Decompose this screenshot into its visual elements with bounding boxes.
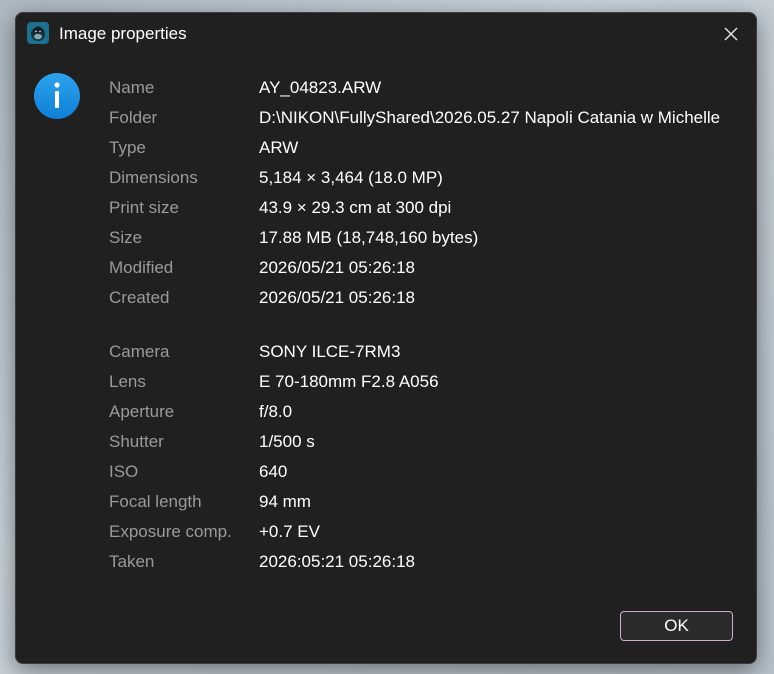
- property-row-dimensions: Dimensions 5,184 × 3,464 (18.0 MP): [109, 166, 749, 196]
- property-value: 1/500 s: [259, 432, 315, 451]
- property-value: D:\NIKON\FullyShared\2026.05.27 Napoli C…: [259, 108, 721, 127]
- property-label: Type: [109, 138, 146, 157]
- property-row-lens: Lens E 70-180mm F2.8 A056: [109, 370, 749, 400]
- property-row-print-size: Print size 43.9 × 29.3 cm at 300 dpi: [109, 196, 749, 226]
- property-row-size: Size 17.88 MB (18,748,160 bytes): [109, 226, 749, 256]
- property-label: Name: [109, 78, 155, 97]
- property-row-name: Name AY_04823.ARW: [109, 76, 749, 106]
- property-value: 5,184 × 3,464 (18.0 MP): [259, 168, 443, 187]
- gorilla-app-icon: [27, 22, 49, 44]
- property-label: Dimensions: [109, 168, 198, 187]
- property-value: ARW: [259, 138, 299, 157]
- property-row-modified: Modified 2026/05/21 05:26:18: [109, 256, 749, 286]
- property-row-type: Type ARW: [109, 136, 749, 166]
- property-value: +0.7 EV: [259, 522, 320, 541]
- property-label: Camera: [109, 342, 170, 361]
- properties-list: Name AY_04823.ARW Folder D:\NIKON\FullyS…: [109, 76, 749, 580]
- property-row-folder: Folder D:\NIKON\FullyShared\2026.05.27 N…: [109, 106, 749, 136]
- property-value: 94 mm: [259, 492, 311, 511]
- property-row-created: Created 2026/05/21 05:26:18: [109, 286, 749, 316]
- ok-button[interactable]: OK: [620, 611, 733, 641]
- property-label: Modified: [109, 258, 174, 277]
- property-value: f/8.0: [259, 402, 293, 421]
- image-properties-dialog: Image properties Name AY_04823.ARW Folde…: [15, 12, 757, 664]
- property-value: SONY ILCE-7RM3: [259, 342, 401, 361]
- property-label: ISO: [109, 462, 139, 481]
- property-value: 2026/05/21 05:26:18: [259, 288, 415, 307]
- property-label: Lens: [109, 372, 146, 391]
- property-value: AY_04823.ARW: [259, 78, 382, 97]
- property-label: Taken: [109, 552, 155, 571]
- close-button[interactable]: [716, 19, 746, 49]
- dialog-title: Image properties: [59, 24, 187, 43]
- property-label: Size: [109, 228, 143, 247]
- property-label: Shutter: [109, 432, 164, 451]
- info-icon: [34, 73, 80, 119]
- property-row-aperture: Aperture f/8.0: [109, 400, 749, 430]
- close-icon: [724, 27, 738, 41]
- property-value: 640: [259, 462, 288, 481]
- property-row-iso: ISO 640: [109, 460, 749, 490]
- property-value: 17.88 MB (18,748,160 bytes): [259, 228, 479, 247]
- title-bar: Image properties: [16, 13, 756, 55]
- property-value: 2026/05/21 05:26:18: [259, 258, 415, 277]
- property-label: Print size: [109, 198, 179, 217]
- property-label: Folder: [109, 108, 158, 127]
- property-row-focal-length: Focal length 94 mm: [109, 490, 749, 520]
- property-label: Created: [109, 288, 170, 307]
- property-label: Exposure comp.: [109, 522, 232, 541]
- property-row-camera: Camera SONY ILCE-7RM3: [109, 340, 749, 370]
- property-value: 2026:05:21 05:26:18: [259, 552, 415, 571]
- property-row-taken: Taken 2026:05:21 05:26:18: [109, 550, 749, 580]
- property-row-exposure-comp: Exposure comp. +0.7 EV: [109, 520, 749, 550]
- property-label: Focal length: [109, 492, 202, 511]
- property-label: Aperture: [109, 402, 175, 421]
- property-value: 43.9 × 29.3 cm at 300 dpi: [259, 198, 452, 217]
- property-row-shutter: Shutter 1/500 s: [109, 430, 749, 460]
- property-value: E 70-180mm F2.8 A056: [259, 372, 439, 391]
